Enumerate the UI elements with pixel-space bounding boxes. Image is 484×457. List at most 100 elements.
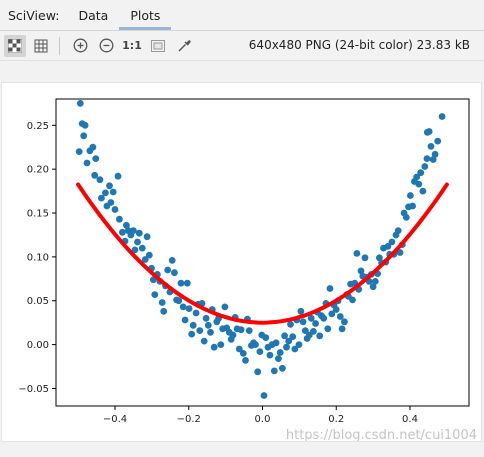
plot-area: [55, 98, 470, 407]
y-tick-label: −0.05: [18, 384, 49, 395]
fit-to-window-icon[interactable]: [147, 35, 169, 57]
data-point: [135, 229, 143, 237]
data-point: [145, 251, 153, 259]
image-info: 640x480 PNG (24-bit color) 23.83 kB: [248, 38, 470, 52]
data-point: [96, 176, 104, 184]
data-point: [204, 321, 212, 329]
plot-canvas: −0.4 −0.2 0.0 0.2 0.4 −0.05 0.00 0.05 0.10 0.15 0.…: [1, 82, 482, 442]
data-point: [338, 325, 346, 333]
data-point: [283, 343, 290, 351]
data-point: [407, 192, 414, 199]
data-point: [221, 303, 229, 311]
data-point: [260, 392, 268, 399]
data-point: [326, 285, 334, 292]
data-point: [295, 341, 303, 348]
data-point: [427, 143, 435, 150]
tab-bar: SciView: Data Plots: [0, 0, 484, 31]
y-tick-label: 0.10: [27, 252, 49, 263]
data-point: [83, 159, 91, 167]
data-point: [419, 187, 427, 195]
grid-icon[interactable]: [30, 35, 52, 57]
data-point: [310, 328, 317, 335]
data-point: [181, 316, 189, 324]
data-point: [119, 228, 126, 236]
tab-data[interactable]: Data: [67, 8, 119, 30]
tab-plots[interactable]: Plots: [119, 8, 172, 30]
y-tick-label: 0.25: [27, 121, 49, 132]
data-point: [151, 291, 159, 298]
zoom-out-icon[interactable]: [95, 35, 117, 57]
data-point: [202, 314, 210, 322]
data-point: [279, 364, 286, 372]
data-point: [179, 303, 187, 311]
sciview-title: SciView:: [8, 8, 60, 23]
data-point: [143, 233, 151, 241]
data-point: [423, 128, 431, 136]
data-point: [353, 250, 361, 257]
data-point: [168, 257, 176, 264]
zoom-in-icon[interactable]: [69, 35, 91, 57]
data-point: [116, 215, 123, 223]
actual-size-label: 1:1: [122, 39, 142, 52]
data-point: [158, 299, 166, 306]
data-point: [402, 214, 410, 221]
x-tick-label: −0.2: [177, 414, 201, 425]
data-point: [76, 100, 84, 107]
color-picker-icon[interactable]: [173, 35, 195, 57]
data-point: [371, 278, 379, 285]
data-point: [417, 169, 425, 177]
data-point: [421, 163, 429, 170]
data-point: [316, 332, 324, 340]
data-point: [89, 143, 97, 151]
data-point: [256, 348, 264, 355]
data-point: [164, 266, 172, 274]
data-point: [272, 339, 280, 347]
data-point: [183, 279, 191, 287]
data-point: [262, 334, 270, 341]
y-tick-label: 0.20: [27, 165, 49, 176]
checkerboard-icon[interactable]: [4, 34, 26, 57]
data-point: [332, 306, 340, 313]
data-point: [130, 227, 137, 235]
data-point: [160, 307, 168, 315]
data-point: [189, 321, 197, 329]
data-point: [341, 318, 348, 326]
y-tick-label: 0.15: [27, 209, 49, 220]
data-point: [415, 180, 423, 188]
x-tick-label: −0.4: [103, 414, 127, 425]
data-point: [106, 182, 113, 190]
data-point: [217, 341, 225, 348]
data-point: [266, 351, 274, 359]
y-tick-label: 0.00: [27, 340, 49, 351]
x-tick-label: 0.0: [255, 414, 271, 425]
data-point: [75, 148, 83, 155]
data-point: [114, 172, 122, 180]
data-point: [138, 244, 146, 252]
data-point: [109, 188, 117, 196]
actual-size-icon[interactable]: 1:1: [121, 35, 143, 57]
data-point: [200, 337, 208, 345]
data-point: [91, 171, 99, 179]
data-point: [188, 330, 196, 338]
data-point: [229, 331, 237, 339]
x-tick-label: 0.4: [402, 414, 418, 425]
data-point: [245, 327, 253, 334]
data-point: [276, 349, 284, 356]
data-point: [80, 132, 88, 140]
data-point: [254, 368, 262, 376]
data-point: [237, 326, 245, 334]
data-point: [320, 314, 328, 322]
data-point: [134, 238, 141, 246]
data-point: [207, 328, 214, 336]
data-point: [349, 296, 356, 304]
data-point: [242, 357, 249, 364]
data-point: [275, 355, 282, 362]
watermark-text: https://blog.csdn.net/cui1004: [286, 428, 477, 441]
data-point: [361, 254, 369, 262]
data-point: [270, 367, 278, 375]
data-point: [431, 150, 439, 158]
data-point: [438, 113, 446, 120]
data-point: [394, 227, 402, 235]
data-point: [92, 155, 100, 162]
data-point: [388, 238, 396, 246]
